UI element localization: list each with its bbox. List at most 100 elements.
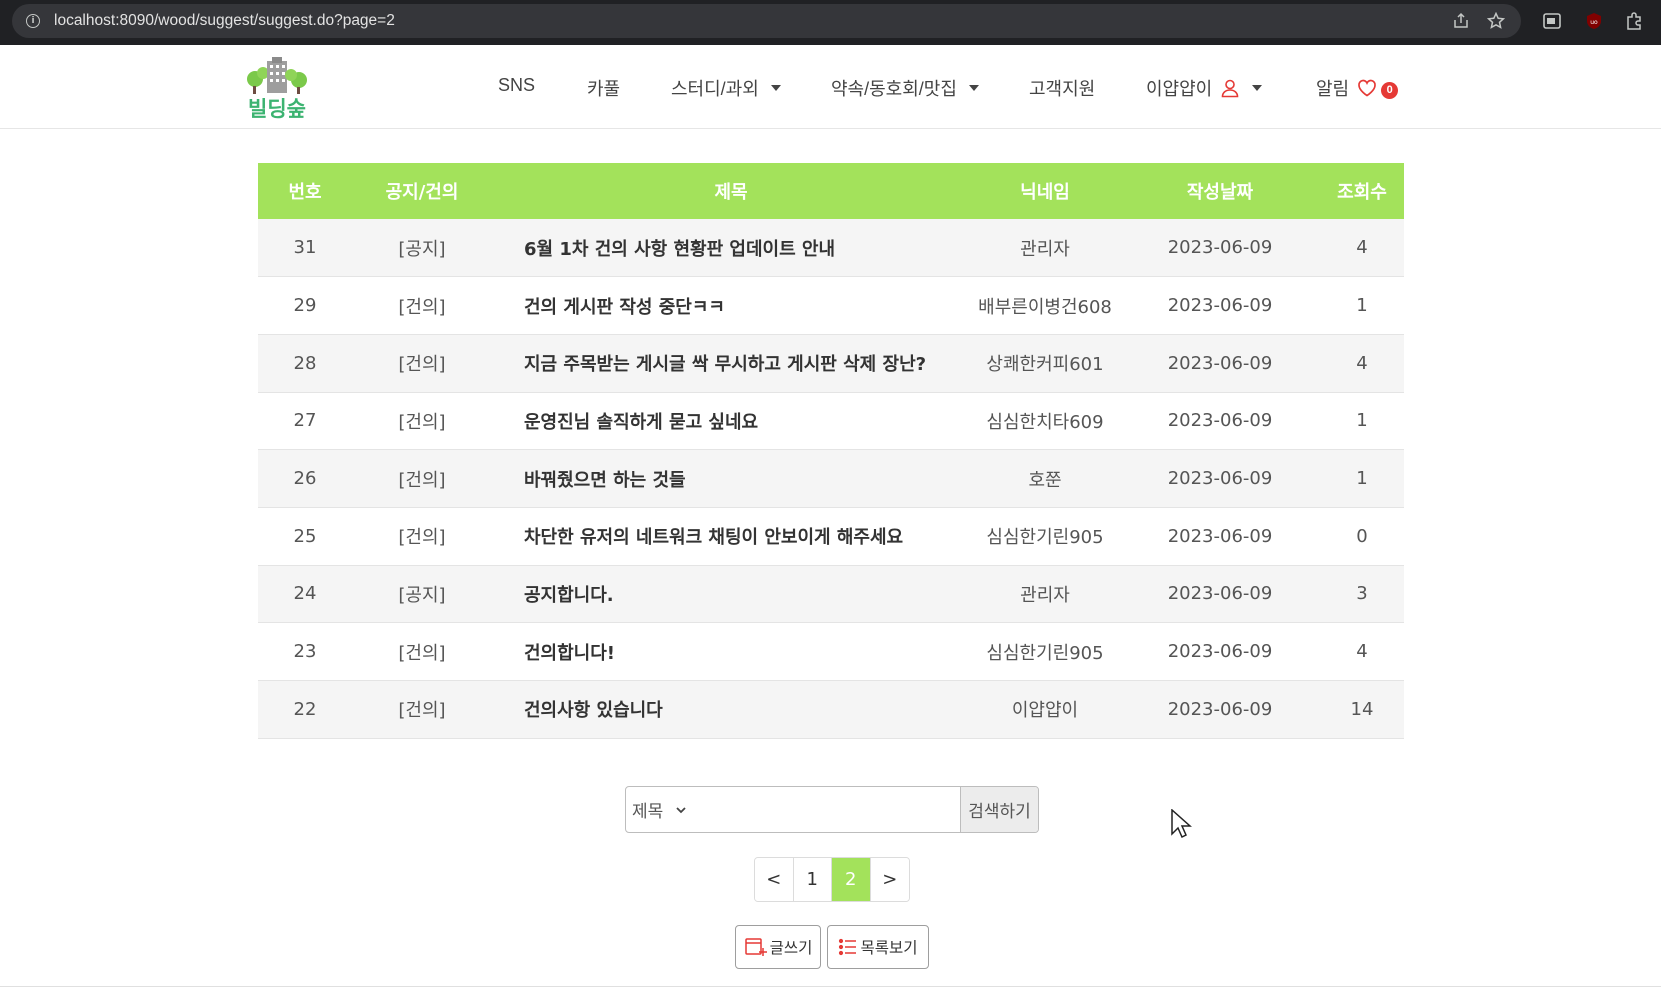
search-type-value: 제목 xyxy=(632,802,664,822)
row-number: 24 xyxy=(258,565,352,624)
share-icon[interactable] xyxy=(1449,9,1473,33)
site-logo[interactable]: 빌딩숲 xyxy=(243,53,311,121)
extensions-puzzle-icon[interactable] xyxy=(1622,9,1646,33)
row-title-link[interactable]: 6월 1차 건의 사항 현황판 업데이트 안내 xyxy=(492,219,970,278)
row-type: [건의] xyxy=(352,334,492,393)
table-row[interactable]: 22 [건의] 건의사항 있습니다 이얍얍이 2023-06-09 14 xyxy=(258,680,1404,739)
page-next-button[interactable]: > xyxy=(870,858,909,901)
row-number: 22 xyxy=(258,680,352,739)
header-date: 작성날짜 xyxy=(1120,163,1320,219)
nav-alarm[interactable]: 알림 0 xyxy=(1316,75,1399,101)
tab-search-icon[interactable] xyxy=(1540,9,1564,33)
row-type: [건의] xyxy=(352,507,492,566)
row-title-link[interactable]: 건의사항 있습니다 xyxy=(492,680,970,739)
table-row[interactable]: 23 [건의] 건의합니다! 심심한기린905 2023-06-09 4 xyxy=(258,622,1404,681)
row-date: 2023-06-09 xyxy=(1120,507,1320,566)
row-views: 1 xyxy=(1320,276,1404,335)
row-nickname: 배부른이병건608 xyxy=(970,276,1120,335)
url-host: localhost xyxy=(54,12,116,29)
table-row[interactable]: 27 [건의] 운영진님 솔직하게 묻고 싶네요 심심한치타609 2023-06-09… xyxy=(258,392,1404,451)
header-number: 번호 xyxy=(258,163,352,219)
site-info-icon[interactable]: i xyxy=(26,14,40,28)
row-number: 27 xyxy=(258,392,352,451)
row-type: [건의] xyxy=(352,276,492,335)
table-row[interactable]: 24 [공지] 공지합니다. 관리자 2023-06-09 3 xyxy=(258,565,1404,624)
bookmark-star-icon[interactable] xyxy=(1484,9,1508,33)
nav-carpool[interactable]: 카풀 xyxy=(587,75,620,101)
mouse-cursor-icon xyxy=(1171,809,1192,839)
browser-toolbar: i localhost:8090/wood/suggest/suggest.do… xyxy=(0,0,1661,45)
page-1-button[interactable]: 1 xyxy=(793,858,832,901)
header-nickname: 닉네임 xyxy=(970,163,1120,219)
page-prev-button[interactable]: < xyxy=(755,858,794,901)
header-title: 제목 xyxy=(492,163,970,219)
search-form: 제목 검색하기 xyxy=(625,786,1039,833)
page-2-button[interactable]: 2 xyxy=(832,858,871,901)
alarm-count-badge: 0 xyxy=(1381,81,1399,99)
row-title-link[interactable]: 운영진님 솔직하게 묻고 싶네요 xyxy=(492,392,970,451)
row-number: 31 xyxy=(258,219,352,278)
nav-meetup-label: 약속/동호회/맛집 xyxy=(831,79,957,99)
row-views: 1 xyxy=(1320,449,1404,508)
row-title-link[interactable]: 건의합니다! xyxy=(492,622,970,681)
nav-study-label: 스터디/과외 xyxy=(671,79,759,99)
row-nickname: 심심한기린905 xyxy=(970,622,1120,681)
table-row[interactable]: 29 [건의] 건의 게시판 작성 중단ㅋㅋ 배부른이병건608 2023-06-09 1 xyxy=(258,276,1404,335)
row-title-link[interactable]: 건의 게시판 작성 중단ㅋㅋ xyxy=(492,276,970,335)
nav-support[interactable]: 고객지원 xyxy=(1029,75,1095,101)
row-date: 2023-06-09 xyxy=(1120,219,1320,278)
row-number: 23 xyxy=(258,622,352,681)
nav-meetup-dropdown[interactable]: 약속/동호회/맛집 xyxy=(831,75,979,101)
url-path: :8090/wood/suggest/suggest.do?page=2 xyxy=(115,12,395,29)
row-date: 2023-06-09 xyxy=(1120,565,1320,624)
nav-sns[interactable]: SNS xyxy=(498,75,535,96)
table-row[interactable]: 26 [건의] 바꿔줬으면 하는 것들 호쭌 2023-06-09 1 xyxy=(258,449,1404,508)
nav-sns-label: SNS xyxy=(498,75,536,95)
row-title-link[interactable]: 지금 주목받는 게시글 싹 무시하고 게시판 삭제 장난? xyxy=(492,334,970,393)
footer-divider xyxy=(0,986,1661,987)
search-input[interactable] xyxy=(700,787,960,832)
row-date: 2023-06-09 xyxy=(1120,622,1320,681)
row-type: [건의] xyxy=(352,392,492,451)
nav-support-label: 고객지원 xyxy=(1029,79,1096,99)
row-number: 25 xyxy=(258,507,352,566)
row-number: 26 xyxy=(258,449,352,508)
table-row[interactable]: 28 [건의] 지금 주목받는 게시글 싹 무시하고 게시판 삭제 장난? 상쾌한커피… xyxy=(258,334,1404,393)
row-views: 0 xyxy=(1320,507,1404,566)
row-number: 28 xyxy=(258,334,352,393)
list-button-label: 목록보기 xyxy=(860,939,918,957)
list-button[interactable]: 목록보기 xyxy=(827,925,929,969)
table-row[interactable]: 25 [건의] 차단한 유저의 네트워크 채팅이 안보이게 해주세요 심심한기린905… xyxy=(258,507,1404,566)
logo-text: 빌딩숲 xyxy=(248,97,306,121)
user-name: 이얍얍이 xyxy=(1146,79,1213,99)
search-type-select[interactable]: 제목 xyxy=(626,787,700,832)
table-row[interactable]: 31 [공지] 6월 1차 건의 사항 현황판 업데이트 안내 관리자 2023-06-… xyxy=(258,219,1404,278)
row-type: [건의] xyxy=(352,680,492,739)
chevron-down-icon xyxy=(1252,85,1263,91)
nav-study-dropdown[interactable]: 스터디/과외 xyxy=(671,75,781,101)
search-button[interactable]: 검색하기 xyxy=(960,787,1038,832)
header-views: 조회수 xyxy=(1320,163,1404,219)
row-title-link[interactable]: 공지합니다. xyxy=(492,565,970,624)
user-icon xyxy=(1221,79,1239,98)
write-button[interactable]: 글쓰기 xyxy=(735,925,821,969)
row-views: 4 xyxy=(1320,622,1404,681)
row-nickname: 심심한기린905 xyxy=(970,507,1120,566)
row-views: 4 xyxy=(1320,219,1404,278)
chevron-down-icon xyxy=(770,85,781,91)
row-date: 2023-06-09 xyxy=(1120,334,1320,393)
url-text[interactable]: localhost:8090/wood/suggest/suggest.do?p… xyxy=(54,12,395,30)
row-title-link[interactable]: 차단한 유저의 네트워크 채팅이 안보이게 해주세요 xyxy=(492,507,970,566)
nav-user-dropdown[interactable]: 이얍얍이 xyxy=(1146,75,1263,101)
row-date: 2023-06-09 xyxy=(1120,449,1320,508)
heart-icon xyxy=(1358,79,1376,97)
write-button-label: 글쓰기 xyxy=(769,939,813,957)
row-nickname: 관리자 xyxy=(970,219,1120,278)
address-bar[interactable]: i localhost:8090/wood/suggest/suggest.do… xyxy=(12,4,1521,38)
list-icon xyxy=(839,938,857,956)
alarm-label: 알림 xyxy=(1316,79,1350,99)
row-nickname: 관리자 xyxy=(970,565,1120,624)
row-views: 14 xyxy=(1320,680,1404,739)
ublock-extension-icon[interactable]: uo xyxy=(1582,9,1606,33)
row-title-link[interactable]: 바꿔줬으면 하는 것들 xyxy=(492,449,970,508)
